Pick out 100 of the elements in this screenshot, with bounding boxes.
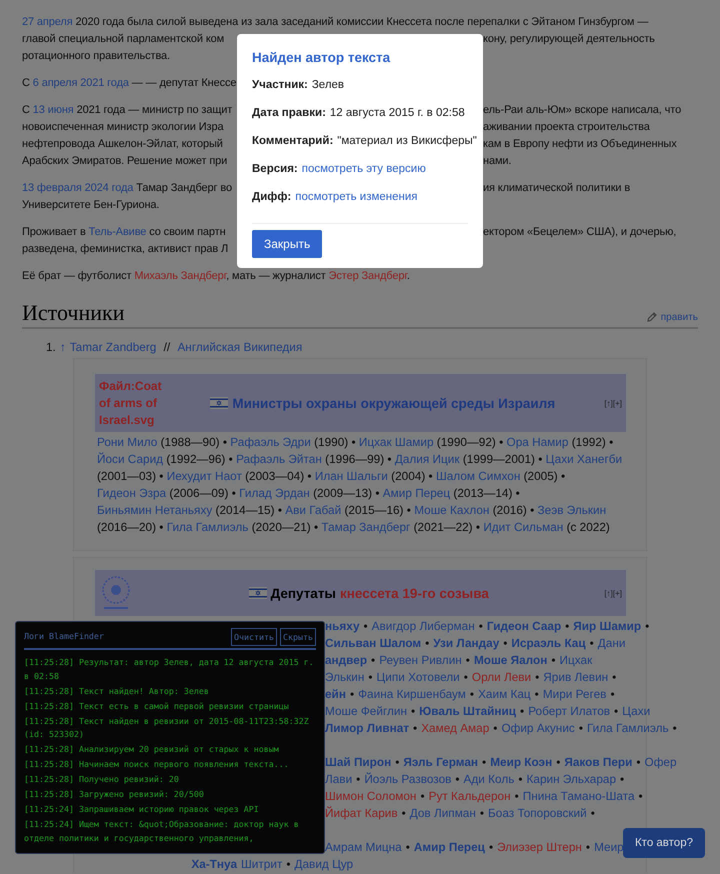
text-link[interactable]: Дани xyxy=(598,635,626,652)
text-link[interactable]: Хаим Кац xyxy=(478,686,531,703)
navbox-toggle-link[interactable]: [↑] xyxy=(604,398,613,408)
bold-link[interactable]: Лимор Ливнат xyxy=(325,720,410,737)
text-link[interactable]: посмотреть эту версию xyxy=(302,163,426,191)
missing-page-link[interactable]: кнессета 19-го созыва xyxy=(340,586,489,600)
text-link[interactable]: Рафаэль Эйтан xyxy=(236,452,322,466)
bold-link[interactable]: Яэль Герман xyxy=(403,754,478,771)
text-link[interactable]: Ади Коль xyxy=(464,771,514,788)
backlink[interactable]: ↑ xyxy=(60,339,66,356)
text-link[interactable]: Йоэль Развозов xyxy=(364,771,452,788)
missing-page-link[interactable]: Орли Леви xyxy=(472,669,532,686)
edit-link[interactable]: править xyxy=(646,311,698,323)
text-link[interactable]: Лави xyxy=(325,771,352,788)
text-link[interactable]: Реувен Ривлин xyxy=(379,652,462,669)
bold-link[interactable]: Сильван Шалом xyxy=(325,635,422,652)
text-link[interactable]: Ципи Хотовели xyxy=(376,669,460,686)
text-link[interactable]: Гила Гамлиэль xyxy=(586,720,669,737)
bold-link[interactable]: Яир Шамир xyxy=(573,618,642,635)
bold-link[interactable]: Яаков Пери xyxy=(564,754,632,771)
bold-link[interactable]: ейн xyxy=(325,686,346,703)
who-author-button[interactable]: Кто автор? xyxy=(623,828,705,858)
bold-link[interactable]: Гидеон Саар xyxy=(486,618,562,635)
group-label-link[interactable]: Ха-Тнуа xyxy=(191,856,237,873)
text-link[interactable]: Рафаэль Эдри xyxy=(230,435,311,449)
text-link[interactable]: Ицхак Шамир xyxy=(358,435,434,449)
text-link[interactable]: Ора Намир xyxy=(506,435,568,449)
text-link[interactable]: Гидеон Эзра xyxy=(97,486,166,500)
missing-page-link[interactable]: Йифат Карив xyxy=(325,805,398,822)
text-link[interactable]: Биньямин Нетаньяху xyxy=(97,503,212,517)
text-link[interactable]: Tamar Zandberg xyxy=(70,339,156,356)
text-link[interactable]: Фаина Киршенбаум xyxy=(358,686,466,703)
log-button[interactable]: Очистить xyxy=(231,628,278,646)
text-link[interactable]: Офер xyxy=(644,754,677,771)
text-link[interactable]: Ярив Левин xyxy=(543,669,608,686)
text-link[interactable]: Цахи Ханегби xyxy=(546,452,622,466)
text-link[interactable]: Элькин xyxy=(325,669,364,686)
text-link[interactable]: Моше Фейглин xyxy=(325,703,407,720)
text-link[interactable]: Иехудит Наот xyxy=(166,469,242,483)
bold-link[interactable]: Моше Яалон xyxy=(474,652,548,669)
log-button[interactable]: Скрыть xyxy=(280,628,316,646)
bold-link[interactable]: Меир Коэн xyxy=(490,754,552,771)
text-link[interactable]: посмотреть изменения xyxy=(295,191,418,219)
missing-page-link[interactable]: Михаэль Зандберг xyxy=(134,270,226,282)
missing-page-link[interactable]: Хамед Амар xyxy=(421,720,490,737)
text-link[interactable]: 13 февраля 2024 года xyxy=(22,182,134,194)
text-link[interactable]: Карин Эльхарар xyxy=(526,771,616,788)
missing-page-link[interactable]: Шимон Соломон xyxy=(325,788,416,805)
bold-link[interactable]: андвер xyxy=(325,652,368,669)
text-link[interactable]: 6 апреля 2021 года xyxy=(32,77,129,89)
bullet-separator: • xyxy=(586,839,590,856)
text-link[interactable]: Йоси Сарид xyxy=(97,452,164,466)
text-link[interactable]: Гилад Эрдан xyxy=(239,486,310,500)
bold-link[interactable]: Шай Пирон xyxy=(325,754,392,771)
missing-page-link[interactable]: Эстер Зандберг xyxy=(328,270,407,282)
text-link[interactable]: Английская Википедия xyxy=(177,339,302,356)
text-link[interactable]: Авигдор Либерман xyxy=(372,618,475,635)
body-text: 2020 года была силой выведена из зала заседаний комиссии Кнессета после перепалки с Эйтаном Гинзбургом — xyxy=(74,16,648,28)
text-link[interactable]: Ицхак xyxy=(560,652,592,669)
text-link[interactable]: Тель-Авиве xyxy=(88,226,146,238)
text-link[interactable]: Зеэв Элькин xyxy=(538,503,606,517)
navbox-toggle-link[interactable]: [↑] xyxy=(604,588,613,598)
text-link[interactable]: 27 апреля xyxy=(22,16,73,28)
text-link[interactable]: Офир Акунис xyxy=(501,720,575,737)
text-link[interactable]: Пнина Тамано-Шата xyxy=(522,788,635,805)
text-link[interactable]: Ави Габай xyxy=(285,503,342,517)
missing-page-link[interactable]: Элиэзер Штерн xyxy=(497,839,582,856)
text-link[interactable]: Дов Липман xyxy=(410,805,476,822)
missing-image-link[interactable]: Файл:Coat of arms of Israel.svg xyxy=(99,378,161,428)
bold-link[interactable]: Амир Перец xyxy=(414,839,485,856)
text-link[interactable]: Шитрит xyxy=(241,856,282,873)
text-link[interactable]: Меир xyxy=(594,839,624,856)
text-link[interactable]: Тамар Зандберг xyxy=(321,520,410,534)
navbox-toggle-link[interactable]: [+] xyxy=(612,588,622,598)
text-link[interactable]: Давид Цур xyxy=(294,856,354,873)
bold-link[interactable]: Узи Ландау xyxy=(433,635,500,652)
text-link[interactable]: Гила Гамлиэль xyxy=(166,520,248,534)
bold-link[interactable]: Исраэль Кац xyxy=(511,635,586,652)
bullet-separator: • xyxy=(590,805,595,822)
field-label: Участник: xyxy=(252,79,308,93)
text-link[interactable]: Идит Сильман xyxy=(483,520,564,534)
missing-page-link[interactable]: Рут Кальдерон xyxy=(428,788,511,805)
bullet-separator: • xyxy=(520,703,524,720)
text-link[interactable]: Боаз Топоровский xyxy=(488,805,587,822)
navbox-title-link[interactable]: Министры охраны окружающей среды Израиля xyxy=(232,396,556,410)
close-button[interactable]: Закрыть xyxy=(252,230,322,258)
text-link[interactable]: Шалом Симхон xyxy=(436,469,520,483)
bold-link[interactable]: ньяху xyxy=(325,618,360,635)
text-link[interactable]: Рони Мило xyxy=(97,435,158,449)
text-link[interactable]: Мири Регев xyxy=(542,686,606,703)
text-link[interactable]: Амрам Мицна xyxy=(325,839,402,856)
navbox-toggle-link[interactable]: [+] xyxy=(612,398,622,408)
text-link[interactable]: Далия Ицик xyxy=(394,452,460,466)
text-link[interactable]: Роберт Илатов xyxy=(528,703,610,720)
text-link[interactable]: Илан Шальги xyxy=(314,469,388,483)
text-link[interactable]: Амир Перец xyxy=(382,486,450,500)
text-link[interactable]: Цахи xyxy=(622,703,650,720)
text-link[interactable]: 13 июня xyxy=(32,104,74,116)
text-link[interactable]: Моше Кахлон xyxy=(414,503,490,517)
bold-link[interactable]: Юваль Штайниц xyxy=(419,703,516,720)
